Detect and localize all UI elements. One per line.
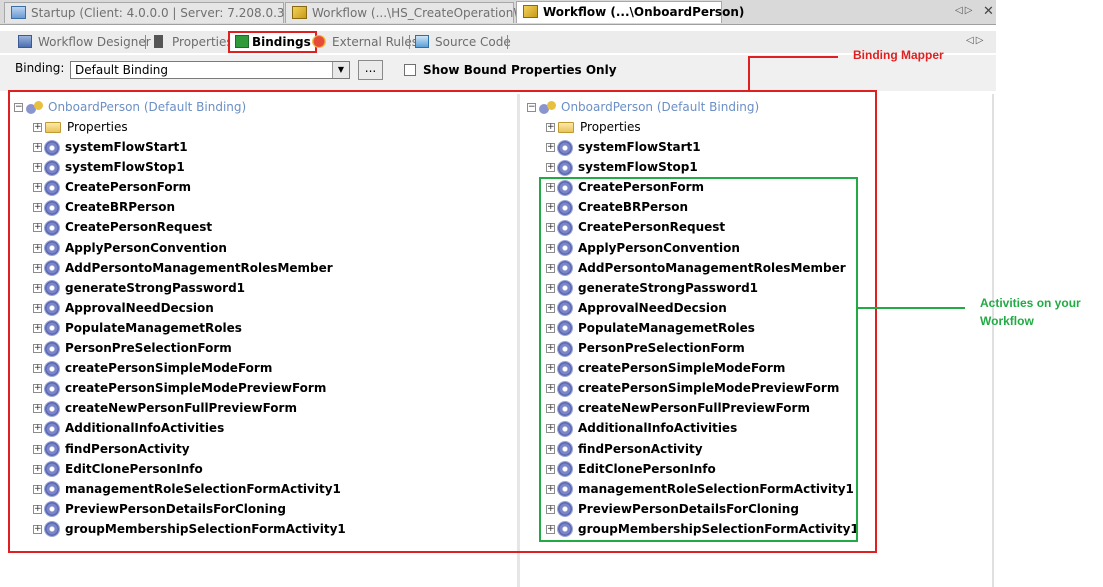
binding-label: Binding: xyxy=(15,61,65,75)
tab-scroll-arrows[interactable]: ◁▷ xyxy=(955,5,974,16)
binding-toolbar: Binding: Default Binding ▼ ... Show Boun… xyxy=(0,55,996,91)
document-tab-bar: Startup (Client: 4.0.0.0 | Server: 7.208… xyxy=(0,0,996,25)
activities-callout-line xyxy=(858,307,965,309)
tab-separator xyxy=(507,35,508,49)
tab-workflow-designer[interactable]: Workflow Designer xyxy=(16,33,151,51)
chevron-down-icon[interactable]: ▼ xyxy=(332,62,349,78)
ellipsis-button[interactable]: ... xyxy=(358,60,383,80)
bindings-icon xyxy=(235,35,249,48)
designer-tab-bar: Workflow Designer Properties Bindings Ex… xyxy=(0,31,996,53)
tab-separator xyxy=(409,35,410,49)
doc-tab-label: Workflow (...\OnboardPerson) xyxy=(543,5,745,19)
doc-tab-label: Workflow (...\HS_CreateOperationWF) xyxy=(312,6,537,20)
properties-icon xyxy=(154,35,163,48)
doc-tab-onboard-person[interactable]: Workflow (...\OnboardPerson) xyxy=(516,1,744,23)
workflow-icon xyxy=(292,6,307,19)
workflow-icon xyxy=(523,5,538,18)
tab-label: Properties xyxy=(172,35,233,49)
activities-highlight xyxy=(539,177,858,542)
tab-label: Workflow Designer xyxy=(38,35,151,49)
source-code-icon xyxy=(415,35,429,48)
tab-source-code[interactable]: Source Code xyxy=(413,33,511,51)
tab-label: External Rules xyxy=(332,35,418,49)
rules-icon xyxy=(312,35,326,48)
tab-bindings[interactable]: Bindings xyxy=(228,31,317,53)
binding-select-value: Default Binding xyxy=(75,63,169,77)
activities-label: Activities on your Workflow xyxy=(980,296,1081,328)
tab-external-rules[interactable]: External Rules xyxy=(310,33,418,51)
tab-separator xyxy=(145,35,146,49)
tab-properties[interactable]: Properties xyxy=(150,33,233,51)
show-bound-checkbox[interactable] xyxy=(404,64,416,76)
designer-icon xyxy=(18,35,32,48)
tab-scroll-arrows[interactable]: ◁▷ xyxy=(966,35,985,46)
binding-mapper-label: Binding Mapper xyxy=(853,48,944,62)
doc-tab-create-operation-wf[interactable]: Workflow (...\HS_CreateOperationWF) xyxy=(285,2,537,23)
show-bound-label: Show Bound Properties Only xyxy=(423,63,617,77)
close-icon[interactable]: ✕ xyxy=(983,4,994,19)
mapper-callout-line xyxy=(748,56,838,58)
doc-tab-startup[interactable]: Startup (Client: 4.0.0.0 | Server: 7.208… xyxy=(4,2,320,23)
mapper-callout-line xyxy=(748,56,750,92)
screen-icon xyxy=(11,6,26,19)
tab-label: Source Code xyxy=(435,35,511,49)
binding-select[interactable]: Default Binding ▼ xyxy=(70,61,350,79)
panel-border xyxy=(992,94,994,587)
doc-tab-label: Startup (Client: 4.0.0.0 | Server: 7.208… xyxy=(31,6,320,20)
tab-label: Bindings xyxy=(252,35,311,49)
